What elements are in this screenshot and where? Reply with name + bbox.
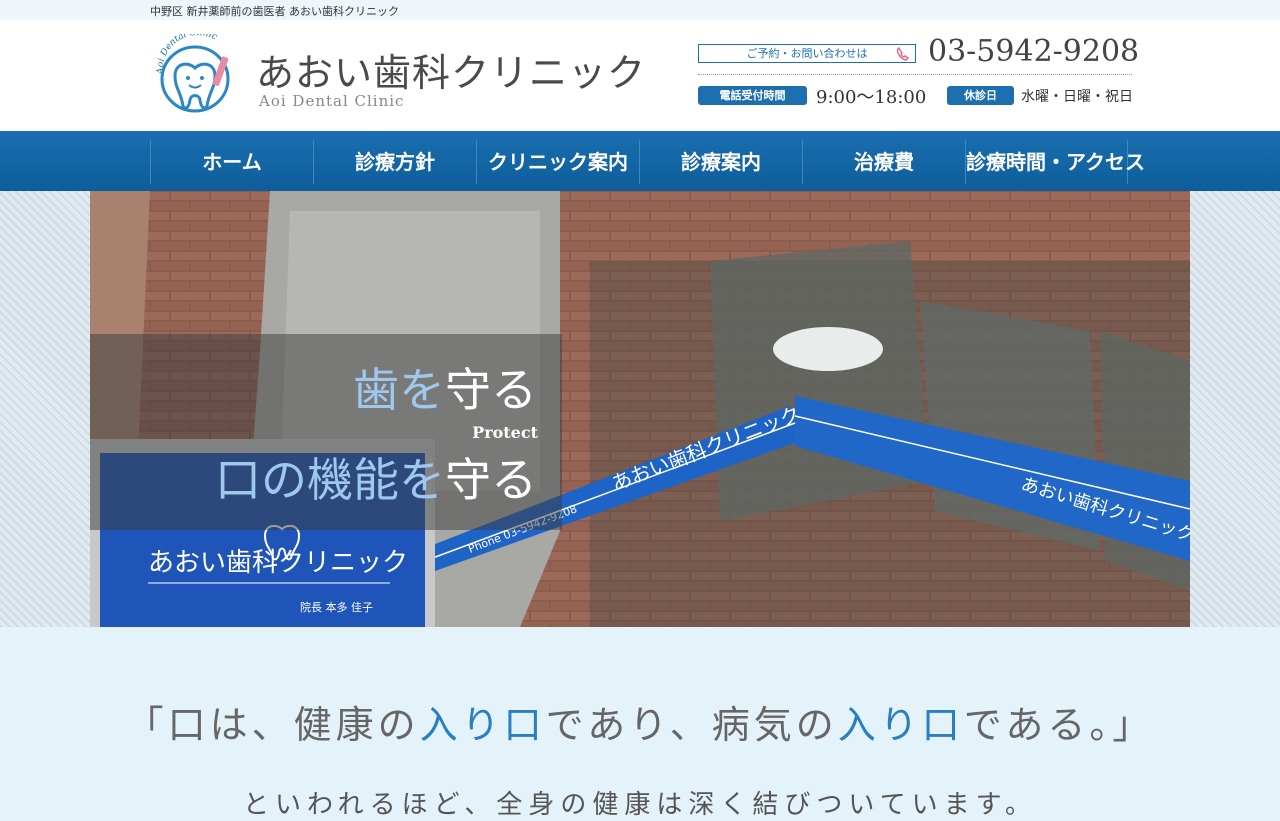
nav-policy[interactable]: 診療方針 xyxy=(313,140,476,184)
logo-subtitle: Aoi Dental Clinic xyxy=(259,92,405,110)
header: Aoi Dental Clinic あおい歯科クリニック Aoi Dental … xyxy=(0,20,1280,131)
closed-value: 水曜・日曜・祝日 xyxy=(1021,89,1133,105)
contact-label: ご予約・お問い合わせは xyxy=(698,44,916,63)
quote-highlight-1: 入り口 xyxy=(419,703,546,747)
slogan-1-white: 守る xyxy=(445,363,537,417)
slogan-1-light: 歯を xyxy=(353,363,445,417)
slogan-2-light: 口の機能を xyxy=(215,453,445,507)
quote-part-3: である。」 xyxy=(963,703,1155,747)
hours-value: 9:00〜18:00 xyxy=(816,87,927,108)
tooth-logo-icon[interactable]: Aoi Dental Clinic xyxy=(155,34,241,116)
nav-hours-access[interactable]: 診療時間・アクセス xyxy=(965,140,1145,184)
logo-title[interactable]: あおい歯科クリニック xyxy=(256,42,646,97)
phone-icon xyxy=(896,46,910,61)
slogan-line-2: 口の機能を守る xyxy=(215,444,537,510)
slogan-2-white: 守る xyxy=(445,453,537,507)
top-bar: 中野区 新井薬師前の歯医者 あおい歯科クリニック xyxy=(0,0,1280,20)
sign-director: 院長 本多 佳子 xyxy=(300,600,373,614)
divider xyxy=(698,74,1132,75)
nav-clinic[interactable]: クリニック案内 xyxy=(476,140,639,184)
main-nav: ホーム 診療方針 クリニック案内 診療案内 治療費 診療時間・アクセス xyxy=(0,131,1280,191)
main-quote: 「口は、健康の入り口であり、病気の入り口である。」 xyxy=(0,694,1280,749)
hours-badge: 電話受付時間 xyxy=(698,86,807,105)
quote-part-2: であり、病気の xyxy=(545,703,838,747)
hero-slogan: 歯を守る Protect 口の機能を守る xyxy=(90,334,562,530)
phone-number[interactable]: 03-5942-9208 xyxy=(928,34,1139,69)
quote-part-1: 「口は、健康の xyxy=(125,703,420,747)
sign-clinic-name: あおい歯科クリニック xyxy=(148,548,408,578)
quote-highlight-2: 入り口 xyxy=(837,703,964,747)
nav-treatment[interactable]: 診療案内 xyxy=(639,140,802,184)
slogan-protect: Protect xyxy=(472,423,538,442)
site-tagline: 中野区 新井薬師前の歯医者 あおい歯科クリニック xyxy=(150,5,399,18)
nav-home[interactable]: ホーム xyxy=(150,140,313,184)
intro-text: といわれるほど、全身の健康は深く結びついています。 xyxy=(242,790,1038,820)
contact-label-text: ご予約・お問い合わせは xyxy=(746,47,868,60)
slogan-line-1: 歯を守る xyxy=(353,354,537,420)
hero-image: Phone 03-5942-9208 あおい歯科クリニック あおい歯科クリニック… xyxy=(90,191,1190,627)
nav-fees[interactable]: 治療費 xyxy=(802,140,965,184)
closed-badge: 休診日 xyxy=(947,86,1014,105)
